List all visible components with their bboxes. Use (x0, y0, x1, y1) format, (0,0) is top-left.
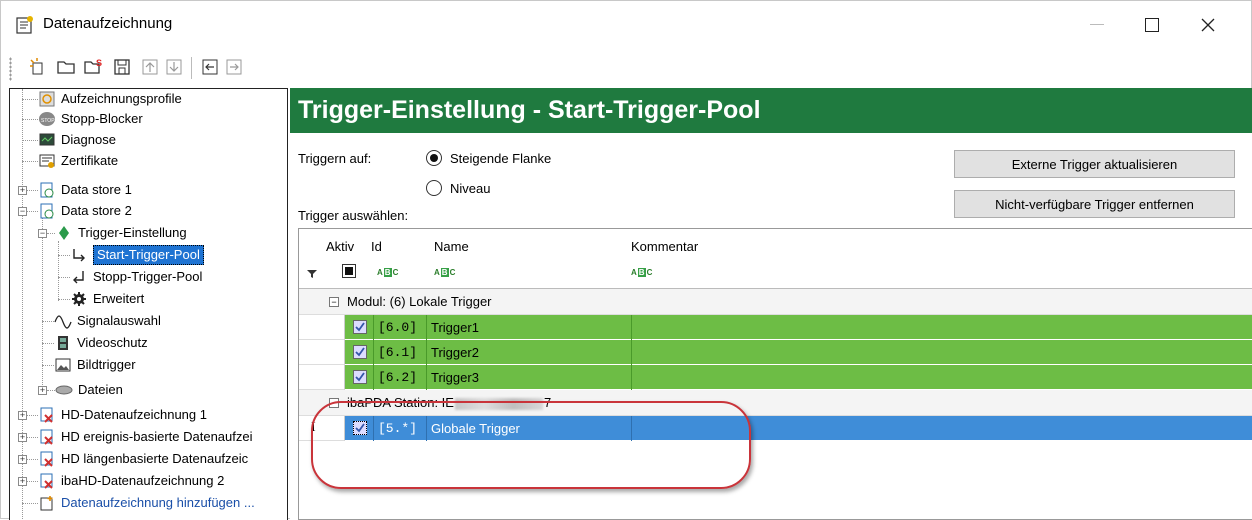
tree-item-bildtrigger[interactable]: Bildtrigger (54, 355, 136, 375)
abc-filter-icon[interactable]: ABC (377, 268, 398, 277)
col-kommentar[interactable]: Kommentar (631, 239, 698, 254)
title-bar: Datenaufzeichnung (1, 1, 1251, 49)
close-button[interactable] (1185, 9, 1231, 41)
svg-text:STOP: STOP (41, 118, 55, 124)
abc-filter-icon[interactable]: ABC (631, 268, 652, 277)
data-store-icon (38, 182, 56, 198)
minimize-button[interactable] (1074, 9, 1120, 41)
toolbar-grip[interactable] (9, 57, 12, 81)
row-header[interactable] (299, 315, 345, 340)
radio-rising-edge-label: Steigende Flanke (450, 151, 552, 166)
drive-icon (55, 382, 73, 398)
tree-item-start-trigger-pool[interactable]: Start-Trigger-Pool (70, 245, 204, 265)
signal-icon (54, 313, 72, 329)
tree-item-videoschutz[interactable]: Videoschutz (54, 333, 148, 353)
tree-item-signalauswahl[interactable]: Signalauswahl (54, 311, 161, 331)
expand-hd-laengen[interactable]: + (18, 455, 27, 464)
tree-item-data-store-2[interactable]: Data store 2 (38, 201, 132, 221)
move-right-icon[interactable] (223, 55, 245, 79)
tree-item-aufzeichnungsprofile[interactable]: Aufzeichnungsprofile (38, 89, 182, 109)
tree-item-trigger-einstellung[interactable]: Trigger-Einstellung (55, 223, 187, 243)
tree-item-zertifikate[interactable]: Zertifikate (38, 151, 118, 171)
radio-rising-edge[interactable] (426, 150, 442, 166)
open-special-icon[interactable]: S (83, 55, 105, 79)
select-trigger-label: Trigger auswählen: (298, 208, 409, 223)
move-down-icon[interactable] (163, 55, 185, 79)
film-icon (54, 335, 72, 351)
tree-item-hd-datenaufzeichnung-1[interactable]: HD-Datenaufzeichnung 1 (38, 405, 207, 425)
tree-item-erweitert[interactable]: Erweitert (70, 289, 144, 309)
trigger-icon (55, 225, 73, 241)
abc-filter-icon[interactable]: ABC (434, 268, 455, 277)
hd-record-icon (38, 473, 56, 489)
toolbar: S (1, 49, 1251, 87)
radio-level[interactable] (426, 180, 442, 196)
remove-unavailable-triggers-button[interactable]: Nicht-verfügbare Trigger entfernen (954, 190, 1235, 218)
tree-item-data-store-1[interactable]: Data store 1 (38, 180, 132, 200)
data-store-icon (38, 203, 56, 219)
hd-record-icon (38, 429, 56, 445)
app-icon (14, 14, 36, 36)
expand-data-store-1[interactable]: + (18, 186, 27, 195)
profile-icon (38, 91, 56, 107)
col-id[interactable]: Id (371, 239, 382, 254)
col-aktiv[interactable]: Aktiv (326, 239, 354, 254)
move-left-icon[interactable] (199, 55, 221, 79)
tree-item-add-recording[interactable]: Datenaufzeichnung hinzufügen ... (38, 493, 255, 513)
navigation-tree: Aufzeichnungsprofile STOP Stopp-Blocker … (9, 88, 288, 520)
table-row[interactable]: [6.2] Trigger3 (345, 365, 1252, 390)
stop-icon: STOP (38, 111, 56, 127)
trigger-on-label: Triggern auf: (298, 151, 372, 166)
move-up-icon[interactable] (139, 55, 161, 79)
tree-item-hd-ereignis[interactable]: HD ereignis-basierte Datenaufzei (38, 427, 252, 447)
tree-item-diagnose[interactable]: Diagnose (38, 130, 116, 150)
expand-dateien[interactable]: + (38, 386, 47, 395)
row-checkbox[interactable] (353, 320, 367, 334)
col-name[interactable]: Name (434, 239, 469, 254)
svg-text:S: S (96, 58, 102, 68)
window-title: Datenaufzeichnung (43, 15, 173, 32)
certificate-icon (38, 153, 56, 169)
gear-icon (70, 291, 88, 307)
start-trigger-icon (70, 247, 88, 263)
new-icon[interactable] (27, 55, 49, 79)
row-checkbox[interactable] (353, 345, 367, 359)
tree-item-ibahd-2[interactable]: ibaHD-Datenaufzeichnung 2 (38, 471, 224, 491)
toolbar-separator (191, 57, 192, 79)
update-external-triggers-button[interactable]: Externe Trigger aktualisieren (954, 150, 1235, 178)
expand-hd-ereignis[interactable]: + (18, 433, 27, 442)
radio-level-label: Niveau (450, 181, 491, 196)
group-row-local-triggers[interactable]: − Modul: (6) Lokale Trigger (299, 289, 1252, 315)
row-checkbox[interactable] (353, 370, 367, 384)
table-row[interactable]: [6.0] Trigger1 (345, 315, 1252, 340)
open-folder-icon[interactable] (55, 55, 77, 79)
highlight-annotation (311, 401, 751, 489)
tree-item-hd-laengen[interactable]: HD längenbasierte Datenaufzeic (38, 449, 248, 469)
row-header[interactable] (299, 365, 345, 390)
filter-active-checkbox[interactable] (342, 264, 356, 278)
save-icon[interactable] (111, 55, 133, 79)
tree-item-stopp-blocker[interactable]: STOP Stopp-Blocker (38, 109, 143, 129)
tree-item-dateien[interactable]: Dateien (55, 380, 123, 400)
hd-record-icon (38, 451, 56, 467)
hd-record-icon (38, 407, 56, 423)
grid-header: Aktiv Id Name Kommentar ABC ABC ABC (299, 229, 1252, 289)
expand-ibahd-2[interactable]: + (18, 477, 27, 486)
filter-icon[interactable] (307, 267, 317, 282)
image-icon (54, 357, 72, 373)
panel-title: Trigger-Einstellung - Start-Trigger-Pool (290, 88, 1252, 133)
maximize-button[interactable] (1129, 9, 1175, 41)
expand-hd-datenaufzeichnung-1[interactable]: + (18, 411, 27, 420)
main-window: Datenaufzeichnung S Aufzeichnungsprofile… (0, 0, 1252, 520)
tree-item-stopp-trigger-pool[interactable]: Stopp-Trigger-Pool (70, 267, 202, 287)
stop-trigger-icon (70, 269, 88, 285)
collapse-trigger-einstellung[interactable]: − (38, 229, 47, 238)
add-icon (38, 495, 56, 511)
collapse-data-store-2[interactable]: − (18, 207, 27, 216)
row-header[interactable] (299, 340, 345, 365)
diagnose-icon (38, 132, 56, 148)
table-row[interactable]: [6.1] Trigger2 (345, 340, 1252, 365)
collapse-group-icon[interactable]: − (329, 297, 339, 307)
